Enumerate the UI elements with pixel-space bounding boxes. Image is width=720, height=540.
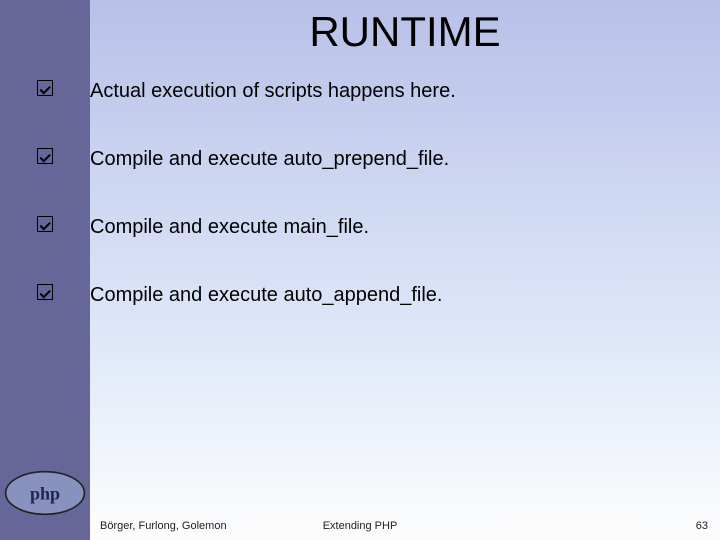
footer-title: Extending PHP (0, 520, 720, 532)
checkbox-icon (37, 80, 53, 96)
php-logo-icon: php (4, 470, 86, 516)
slide-title: RUNTIME (90, 8, 720, 56)
checkbox-icon (37, 216, 53, 232)
list-item: Compile and execute auto_append_file. (0, 282, 720, 308)
bullet-text: Compile and execute auto_append_file. (90, 282, 462, 308)
checkbox-icon (37, 284, 53, 300)
bullet-text: Actual execution of scripts happens here… (90, 78, 476, 104)
bullet-list: Actual execution of scripts happens here… (0, 78, 720, 350)
bullet-text: Compile and execute auto_prepend_file. (90, 146, 469, 172)
list-item: Compile and execute auto_prepend_file. (0, 146, 720, 172)
list-item: Compile and execute main_file. (0, 214, 720, 240)
footer-page-number: 63 (696, 520, 708, 532)
logo-text: php (30, 484, 60, 504)
list-item: Actual execution of scripts happens here… (0, 78, 720, 104)
checkbox-icon (37, 148, 53, 164)
bullet-text: Compile and execute main_file. (90, 214, 389, 240)
